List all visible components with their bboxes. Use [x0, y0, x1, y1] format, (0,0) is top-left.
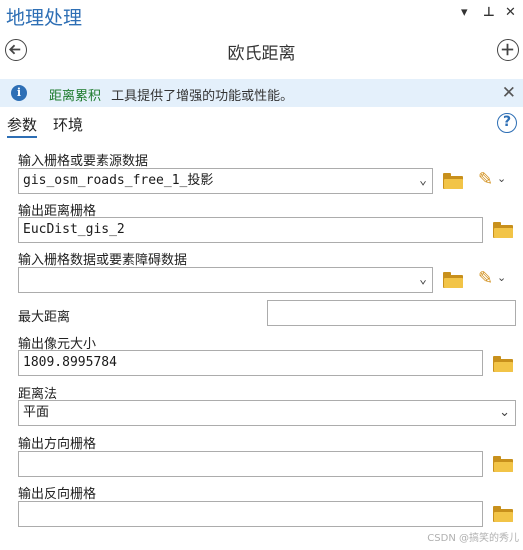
- pane-options-dropdown[interactable]: ▾: [461, 5, 468, 20]
- create-barrier-pencil-icon[interactable]: ✎ ⌄: [478, 268, 506, 289]
- tool-nav-bar: 欧氏距离: [0, 32, 523, 68]
- distance-accumulation-link[interactable]: 距离累积: [49, 89, 101, 104]
- back-direction-raster-input[interactable]: [18, 501, 483, 527]
- back-direction-raster-label: 输出反向栅格: [18, 487, 97, 502]
- info-icon: i: [11, 85, 27, 101]
- tool-title: 欧氏距离: [227, 44, 296, 64]
- watermark: CSDN @搞笑的秀儿: [427, 533, 519, 544]
- info-banner: i 距离累积 工具提供了增强的功能或性能。 ✕: [0, 79, 523, 107]
- chevron-down-icon[interactable]: ⌄: [497, 172, 506, 185]
- create-features-pencil-icon[interactable]: ✎ ⌄: [478, 169, 506, 190]
- direction-raster-label: 输出方向栅格: [18, 437, 97, 452]
- direction-raster-input[interactable]: [18, 451, 483, 477]
- output-distance-value: EucDist_gis_2: [23, 222, 125, 237]
- help-icon[interactable]: ?: [497, 113, 517, 133]
- cell-size-value: 1809.8995784: [23, 355, 117, 370]
- barrier-label: 输入栅格数据或要素障碍数据: [18, 253, 188, 268]
- plus-icon: [501, 43, 514, 56]
- add-button[interactable]: [497, 39, 519, 61]
- info-message-text: 工具提供了增强的功能或性能。: [111, 89, 294, 104]
- barrier-combo[interactable]: ⌄: [18, 267, 433, 293]
- distance-method-select[interactable]: 平面 ⌄: [18, 400, 516, 426]
- browse-output-distance-folder-icon[interactable]: [493, 222, 513, 238]
- pane-title: 地理处理: [6, 7, 83, 29]
- tab-environments[interactable]: 环境: [53, 114, 83, 135]
- cell-size-input[interactable]: 1809.8995784: [18, 350, 483, 376]
- close-pane-icon[interactable]: ✕: [505, 5, 516, 20]
- chevron-down-icon[interactable]: ⌄: [419, 268, 427, 292]
- max-distance-input[interactable]: [267, 300, 516, 326]
- browse-input-raster-folder-icon[interactable]: [443, 173, 463, 189]
- info-message: 距离累积 工具提供了增强的功能或性能。: [49, 85, 293, 104]
- chevron-down-icon[interactable]: ⌄: [499, 401, 510, 425]
- chevron-down-icon[interactable]: ⌄: [497, 271, 506, 284]
- browse-back-direction-folder-icon[interactable]: [493, 506, 513, 522]
- input-raster-combo[interactable]: gis_osm_roads_free_1_投影 ⌄: [18, 168, 433, 194]
- browse-cell-size-folder-icon[interactable]: [493, 356, 513, 372]
- output-distance-input[interactable]: EucDist_gis_2: [18, 217, 483, 243]
- pin-icon[interactable]: ⊥: [483, 5, 495, 20]
- close-info-icon[interactable]: ✕: [502, 83, 516, 103]
- chevron-down-icon[interactable]: ⌄: [419, 169, 427, 193]
- input-raster-label: 输入栅格或要素源数据: [18, 154, 149, 169]
- browse-direction-raster-folder-icon[interactable]: [493, 456, 513, 472]
- pencil-icon: ✎: [478, 169, 494, 190]
- browse-barrier-folder-icon[interactable]: [443, 272, 463, 288]
- pencil-icon: ✎: [478, 268, 494, 289]
- distance-method-value: 平面: [23, 405, 50, 420]
- max-distance-label: 最大距离: [18, 310, 71, 325]
- tab-strip: 参数 环境 ?: [0, 112, 523, 138]
- input-raster-value: gis_osm_roads_free_1_投影: [23, 173, 214, 188]
- title-bar: 地理处理 ▾ ⊥ ✕: [0, 0, 523, 30]
- tab-parameters[interactable]: 参数: [7, 114, 38, 138]
